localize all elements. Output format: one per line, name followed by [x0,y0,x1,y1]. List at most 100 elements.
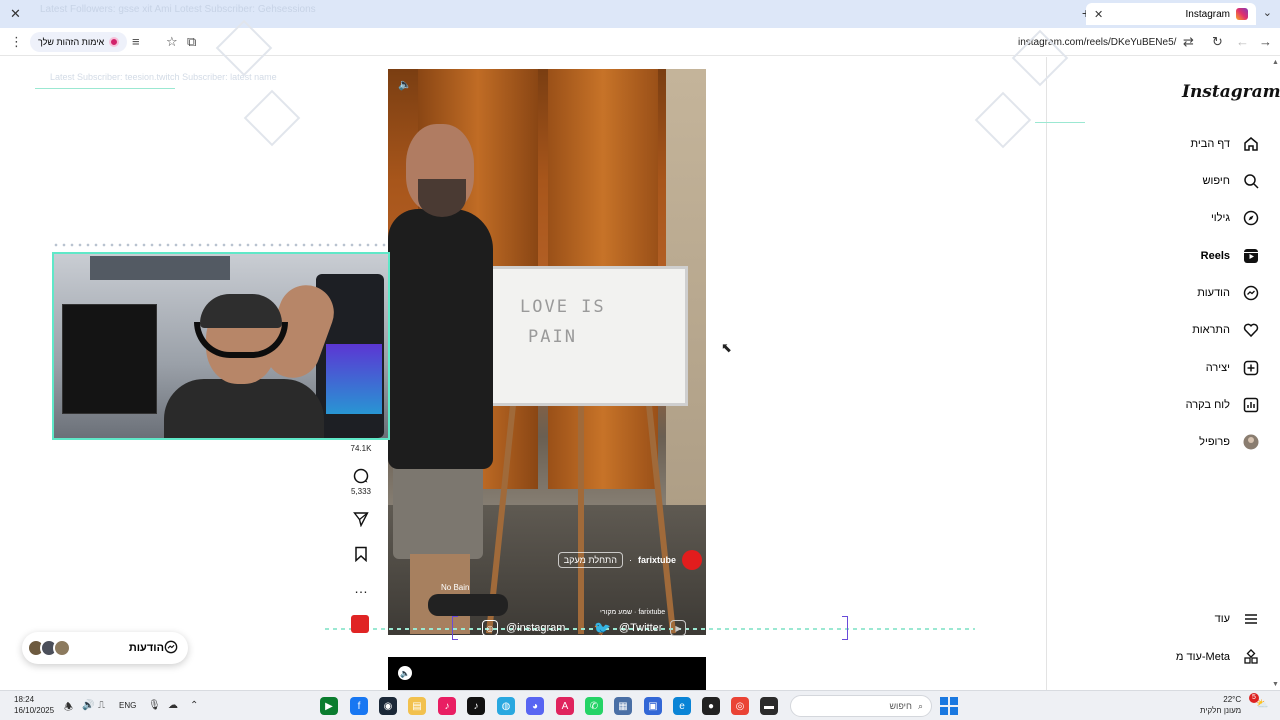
obs-icon[interactable]: ● [702,697,720,715]
dashboard-icon [1242,396,1260,414]
reel-sound-icon[interactable]: 🔈 [398,78,412,91]
page-scrollbar[interactable]: ▲ ▼ [1271,57,1280,690]
sidebar-item-notifications[interactable]: התראות [1110,318,1260,342]
site-settings-icon[interactable]: ⇄ [1183,34,1194,50]
comment-action[interactable]: 5,333 [346,468,376,496]
webcam-person-body [164,379,324,438]
facebook-icon[interactable]: f [350,697,368,715]
identity-avatar-icon [109,37,120,47]
reel-author: farixtube · התחלת מעקב [552,549,702,571]
more-action[interactable]: … [346,580,376,596]
heart-icon [1242,321,1260,339]
sidebar-item-explore[interactable]: גילוי [1110,206,1260,230]
edge-icon[interactable]: e [673,697,691,715]
taskbar-clock[interactable]: 18:24 16/10/2025 [14,694,54,716]
terminal-icon[interactable]: ▬ [760,697,778,715]
plus-square-icon [1242,359,1260,377]
identity-verification-pill[interactable]: אימות הזהות שלך [30,32,128,52]
install-app-icon[interactable]: ⧉ [187,34,196,50]
sidebar-item-profile[interactable]: פרופיל [1110,430,1260,454]
follow-button[interactable]: התחלת מעקב [557,552,623,568]
sidebar-item-label: חיפוש [1202,175,1230,187]
sidebar-meta[interactable]: עוד מ-Meta [1110,645,1260,669]
sidebar-item-search[interactable]: חיפוש [1110,169,1260,193]
author-username[interactable]: farixtube [638,555,676,565]
reel-caption[interactable]: No Bain [441,583,469,592]
messages-floating-pill[interactable]: הודעות [22,632,188,664]
screen: ✕ Latest Followers: gsse xit Ami Lotest … [0,0,1280,720]
network-icon[interactable]: ⎍ [98,700,105,711]
windows-taskbar: 18:24 16/10/2025 🕭 🔊 ⎍ ENG 🎙 ☁ ⌃ ▶ f ◉ ▤… [0,690,1280,720]
window-close-icon[interactable]: ✕ [10,6,21,22]
volume-icon[interactable]: 🔊 [82,700,94,711]
reading-list-icon[interactable]: ≡ [132,34,140,49]
messenger-icon [164,640,178,657]
bookmark-star-icon[interactable]: ☆ [166,34,178,50]
sidebar-more[interactable]: עוד [1110,607,1260,631]
adobe-icon[interactable]: A [556,697,574,715]
sidebar-more-label: עוד [1214,613,1230,625]
file-explorer-icon[interactable]: ▤ [408,697,426,715]
bookmark-icon[interactable] [346,546,376,565]
sidebar-item-reels[interactable]: Reels [1110,244,1260,268]
calculator-icon[interactable]: ▦ [614,697,632,715]
like-action[interactable]: 74.1K [346,444,376,453]
whatsapp-icon[interactable]: ✆ [585,697,603,715]
tab-instagram[interactable]: Instagram ✕ [1086,3,1256,25]
back-icon[interactable]: → [1259,34,1272,49]
save-action[interactable] [346,546,376,565]
menu-kebab-icon[interactable]: ⋮ [10,34,23,50]
webcam-pc-case [62,304,157,414]
sidebar-item-create[interactable]: יצירה [1110,356,1260,380]
webcam-overlay [52,252,390,440]
windows-start-icon[interactable] [940,697,958,715]
scroll-up-icon[interactable]: ▲ [1272,59,1279,66]
share-action[interactable] [346,511,376,530]
sidebar-item-label: גילוי [1210,212,1230,224]
mouse-cursor-icon: ⬉ [721,340,732,355]
forward-icon[interactable]: ← [1236,34,1249,49]
mic-icon[interactable]: 🎙 [148,700,161,711]
app-icon[interactable]: ◍ [497,697,515,715]
steam-icon[interactable]: ◉ [379,697,397,715]
sidebar-item-label: התראות [1192,324,1230,336]
instagram-logo[interactable]: Instagram [1182,82,1280,102]
comment-icon[interactable] [346,468,376,487]
sidebar-item-home[interactable]: דף הבית [1110,132,1260,156]
next-reel-sound-icon[interactable]: 🔈 [398,666,412,680]
tiktok-live-icon[interactable]: ♪ [438,697,456,715]
separator-dot: · [628,555,632,565]
author-avatar[interactable] [682,550,702,570]
store-icon[interactable]: ▣ [644,697,662,715]
sidebar-item-messages[interactable]: הודעות [1110,281,1260,305]
send-icon[interactable] [346,511,376,530]
search-icon [1242,172,1260,190]
reel-audio[interactable]: farixtube · שמע מקורי [600,609,665,616]
reload-icon[interactable]: ↻ [1212,34,1223,50]
next-reel-video[interactable] [388,657,706,690]
explore-icon [1242,209,1260,227]
input-language[interactable]: ENG [119,701,136,710]
tab-close-icon[interactable]: ✕ [1094,8,1103,21]
sidebar-item-dashboard[interactable]: לוח בקרה [1110,393,1260,417]
instagram-favicon-icon [1236,8,1248,20]
scroll-down-icon[interactable]: ▼ [1272,681,1279,688]
clock-date: 16/10/2025 [14,706,55,715]
discord-icon[interactable]: ◕ [526,697,544,715]
overlay-line [1035,122,1085,123]
browser-toolbar: ⋮ אימות הזהות שלך ≡ ☆ ⧉ instagram.com/re… [0,28,1280,56]
home-icon [1242,135,1260,153]
more-dots-icon[interactable]: … [346,580,376,596]
weather-temp: 22°C [1223,695,1242,704]
tray-chevron-icon[interactable]: ⌃ [190,700,198,711]
notification-icon[interactable]: 🕭 [64,700,73,717]
tab-title: Instagram [1185,8,1230,20]
cloud-icon[interactable]: ☁ [168,700,178,711]
chrome-icon[interactable]: ◎ [731,697,749,715]
app-icon[interactable]: ▶ [320,697,338,715]
taskbar-search[interactable]: ⌕ חיפוש [790,695,932,717]
browser-tab-bar: ✕ Latest Followers: gsse xit Ami Lotest … [0,0,1280,28]
taskbar-weather[interactable]: 22°C מעונן חלקית [1200,694,1241,716]
tiktok-icon[interactable]: ♪ [467,697,485,715]
tab-list-chevron-icon[interactable]: ⌄ [1263,6,1272,19]
